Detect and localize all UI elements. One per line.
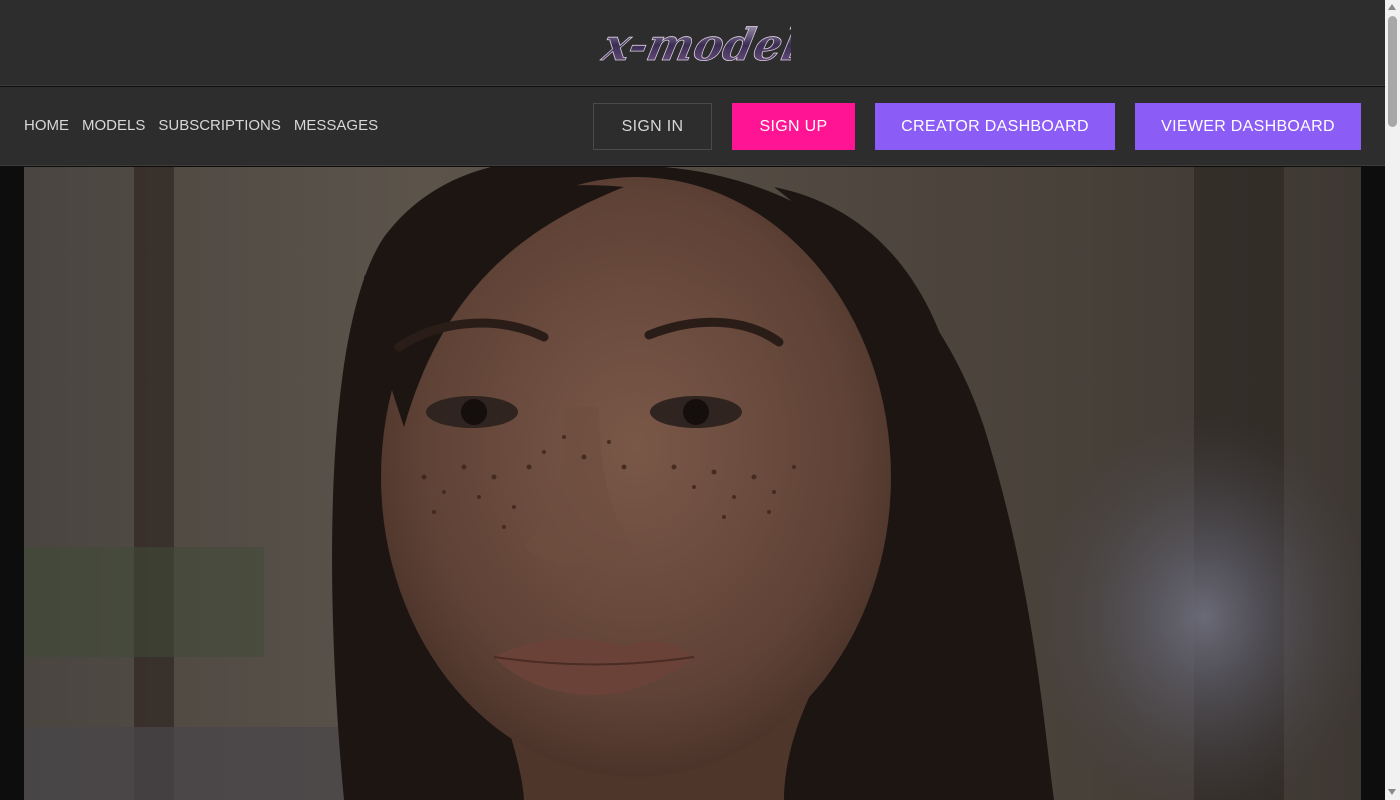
scroll-thumb[interactable] — [1388, 16, 1397, 127]
main-navbar: HOME MODELS SUBSCRIPTIONS MESSAGES SIGN … — [0, 87, 1385, 166]
scroll-down-arrow-icon[interactable] — [1388, 789, 1396, 795]
nav-link-messages[interactable]: MESSAGES — [294, 117, 378, 134]
x-models-logo[interactable]: x-models — [596, 8, 830, 76]
nav-links: HOME MODELS SUBSCRIPTIONS MESSAGES — [24, 117, 378, 134]
hero-portrait-image[interactable] — [24, 167, 1361, 800]
sign-up-button[interactable]: SIGN UP — [732, 103, 855, 150]
scroll-up-arrow-icon[interactable] — [1388, 4, 1396, 10]
nav-link-subscriptions[interactable]: SUBSCRIPTIONS — [158, 117, 281, 134]
nav-link-models[interactable]: MODELS — [82, 117, 145, 134]
logo-bar: x-models — [0, 0, 1385, 86]
viewer-dashboard-button[interactable]: VIEWER DASHBOARD — [1135, 103, 1361, 150]
creator-dashboard-button[interactable]: CREATOR DASHBOARD — [875, 103, 1115, 150]
nav-link-home[interactable]: HOME — [24, 117, 69, 134]
page-scrollbar[interactable] — [1385, 0, 1400, 800]
logo-text: x-models — [598, 19, 791, 70]
sign-in-button[interactable]: SIGN IN — [593, 103, 712, 150]
model-portrait-photo — [24, 167, 1361, 800]
